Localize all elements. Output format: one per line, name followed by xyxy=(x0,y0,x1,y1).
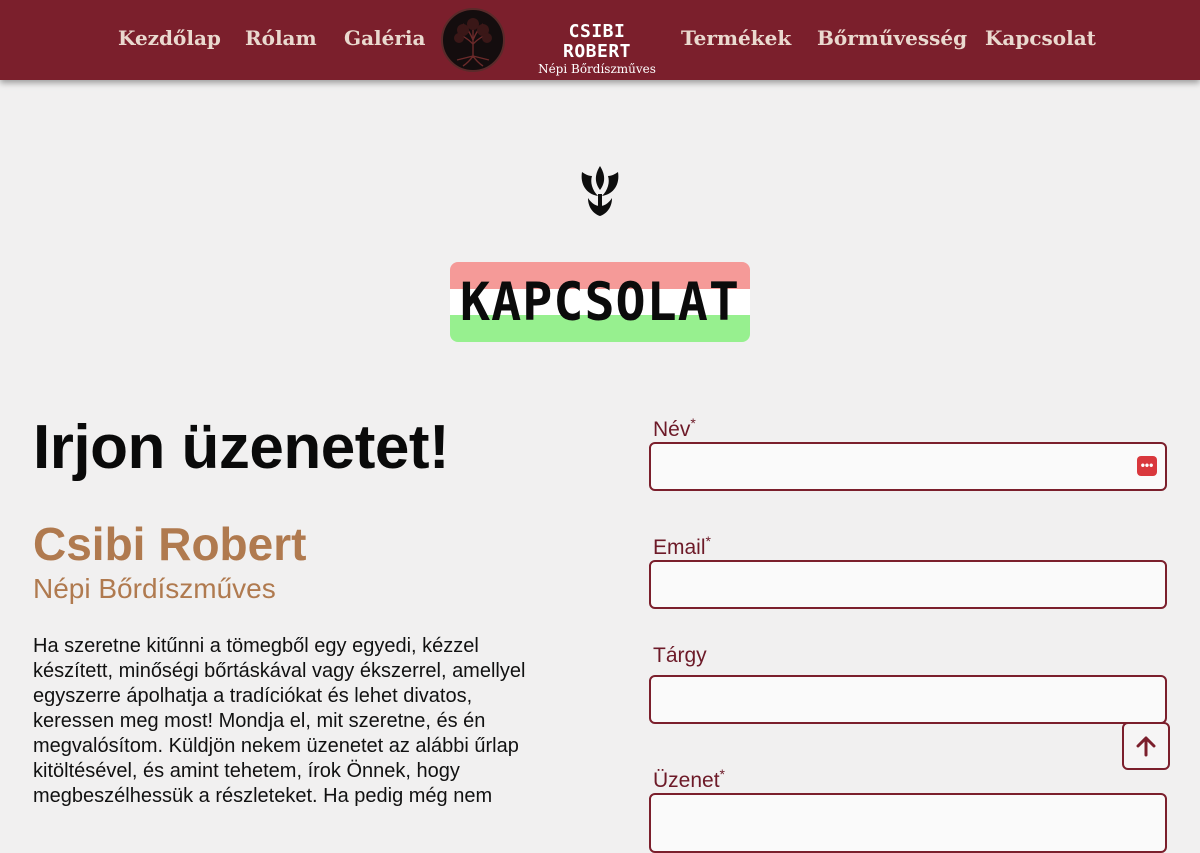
message-label: Üzenet* xyxy=(653,761,725,794)
nav-link-gallery[interactable]: Galéria xyxy=(344,26,425,50)
nav-link-home[interactable]: Kezdőlap xyxy=(118,26,221,50)
page-title: KAPCSOLAT xyxy=(460,271,740,333)
nav-link-about[interactable]: Rólam xyxy=(245,26,317,50)
message-field[interactable] xyxy=(649,793,1167,853)
name-label: Név* xyxy=(653,410,696,443)
back-to-top-button[interactable] xyxy=(1122,722,1170,770)
message-label-text: Üzenet xyxy=(653,769,720,792)
email-label: Email* xyxy=(653,528,711,561)
email-field[interactable] xyxy=(649,560,1167,609)
required-mark: * xyxy=(690,415,696,431)
brand-subtitle: Népi Bőrdíszműves xyxy=(538,62,656,76)
required-mark: * xyxy=(719,766,725,782)
navbar: Kezdőlap Rólam Galéria CSIBI ROBERT Népi… xyxy=(0,0,1200,80)
brand-name: CSIBI ROBERT xyxy=(562,21,632,62)
subject-label-text: Tárgy xyxy=(653,644,707,667)
subject-label: Tárgy xyxy=(653,643,707,669)
required-mark: * xyxy=(705,533,711,549)
nav-link-contact[interactable]: Kapcsolat xyxy=(985,26,1096,50)
nav-link-products[interactable]: Termékek xyxy=(681,26,791,50)
email-label-text: Email xyxy=(653,536,706,559)
owner-name: Csibi Robert xyxy=(33,518,307,570)
tulip-ornament-icon xyxy=(578,164,622,218)
intro-text: Ha szeretne kitűnni a tömegből egy egyed… xyxy=(33,635,526,807)
name-label-text: Név xyxy=(653,418,691,441)
name-field[interactable] xyxy=(649,442,1167,491)
owner-title: Népi Bőrdíszműves xyxy=(33,573,276,604)
subject-field[interactable] xyxy=(649,675,1167,724)
brand[interactable]: CSIBI ROBERT Népi Bőrdíszműves xyxy=(532,21,662,77)
tree-of-life-icon[interactable] xyxy=(441,8,505,72)
arrow-up-icon xyxy=(1136,736,1156,757)
nav-link-leatherwork[interactable]: Bőrművesség xyxy=(817,26,967,50)
contact-heading: Irjon üzenetet! xyxy=(33,413,450,482)
password-manager-icon[interactable]: ••• xyxy=(1137,456,1157,476)
page-title-banner: KAPCSOLAT xyxy=(450,262,750,342)
